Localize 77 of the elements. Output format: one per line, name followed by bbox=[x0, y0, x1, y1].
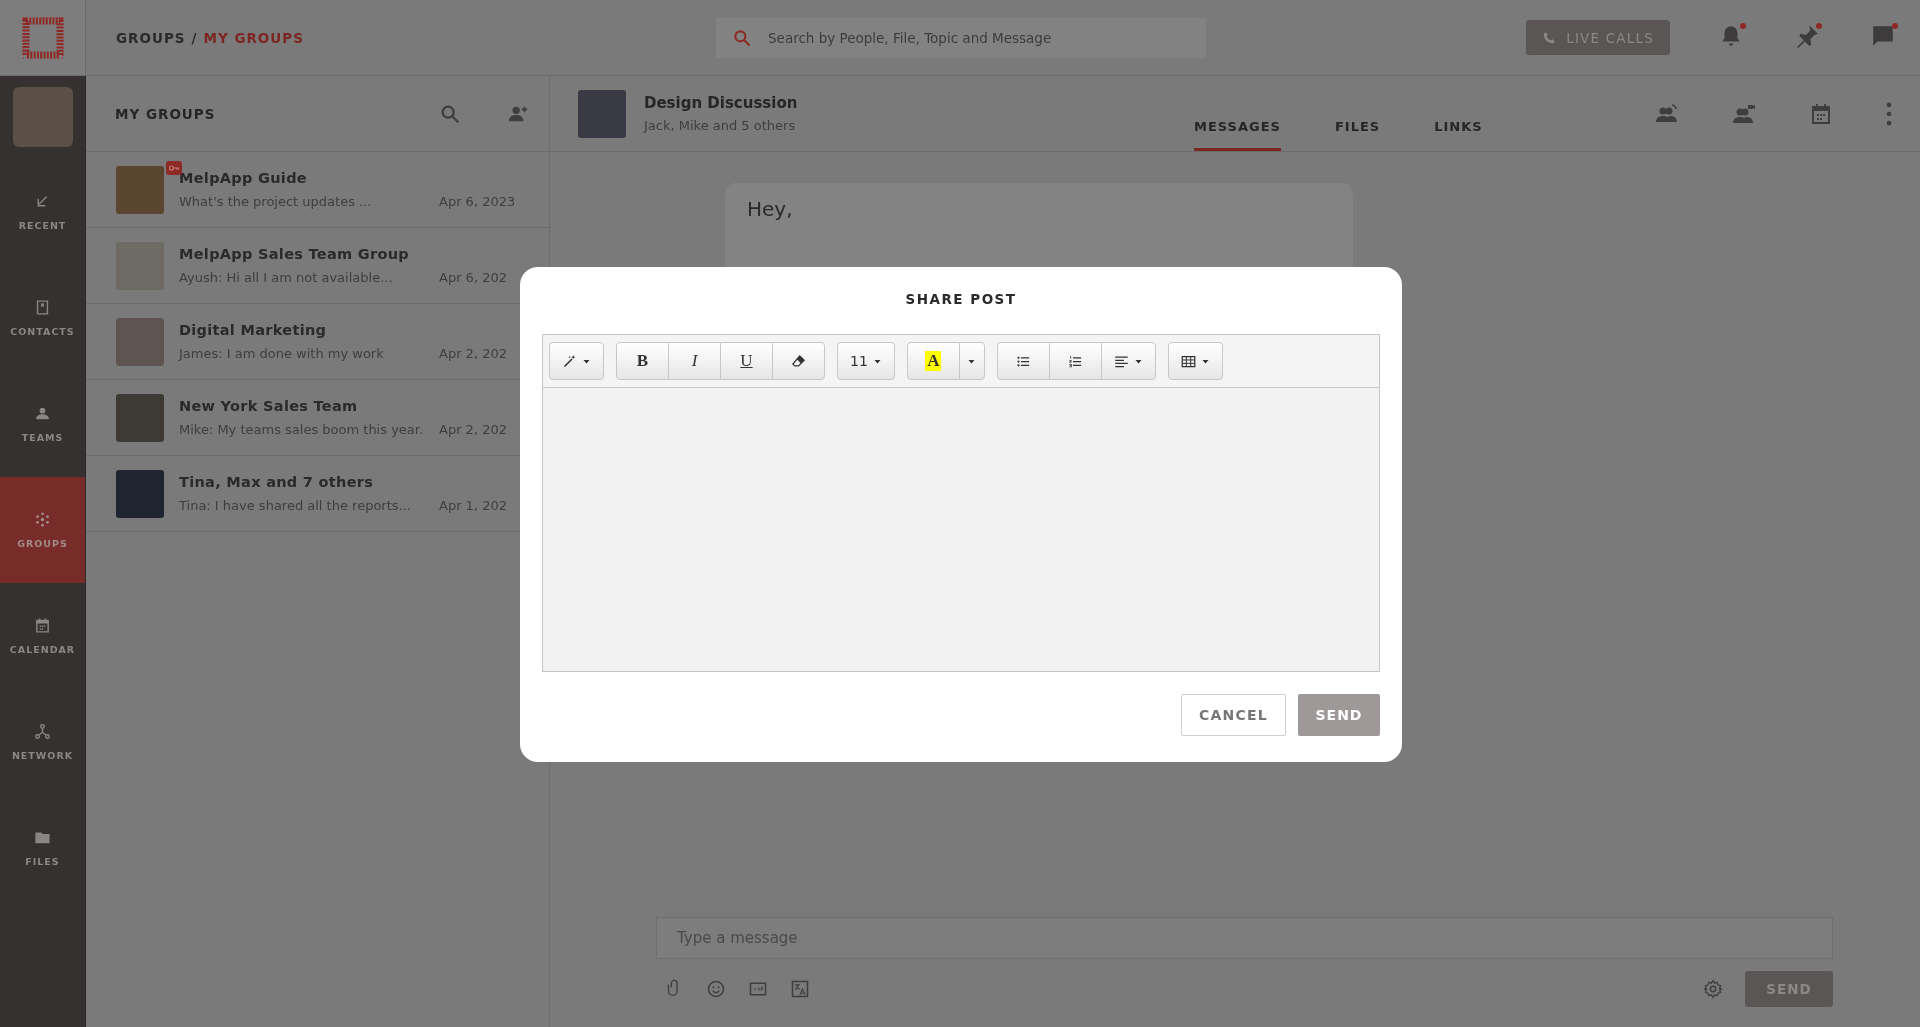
dropdown-button[interactable] bbox=[958, 342, 985, 380]
search-field[interactable]: Search by People, File, Topic and Message bbox=[716, 17, 1206, 58]
chat-title: Design Discussion bbox=[644, 94, 799, 112]
sidebar-item[interactable]: RECENT bbox=[0, 159, 85, 265]
message-preview: What's the project updates ... bbox=[179, 194, 372, 209]
highlight-button[interactable]: A bbox=[906, 342, 960, 380]
sidebar-item[interactable]: NETWORK bbox=[0, 689, 85, 795]
photo-placeholder bbox=[116, 317, 164, 366]
phone-icon bbox=[1542, 30, 1557, 45]
breadcrumb-link[interactable]: MY GROUPS bbox=[203, 29, 304, 46]
underline-button[interactable]: U bbox=[720, 342, 773, 380]
group-item[interactable]: MelpApp Guide What's the project updates ... Apr 6, 2023 bbox=[86, 152, 549, 228]
breadcrumb-link[interactable]: GROUPS bbox=[116, 29, 186, 46]
tab[interactable]: MESSAGES bbox=[1194, 102, 1281, 151]
photo-placeholder bbox=[116, 165, 164, 214]
bookmark-book-icon bbox=[34, 299, 51, 316]
sidebar-item[interactable]: CONTACTS bbox=[0, 265, 85, 371]
dialog-title: SHARE POST bbox=[904, 291, 1018, 307]
chat-subtitle: Jack, Mike and 5 others bbox=[644, 118, 797, 133]
more-icon bbox=[1886, 101, 1892, 126]
message-preview: James: I am done with my work bbox=[179, 346, 384, 361]
avatar-placeholder[interactable] bbox=[12, 87, 73, 147]
panel-title: MY GROUPS bbox=[115, 105, 217, 122]
dots-cluster-icon bbox=[34, 511, 51, 528]
group-name: New York Sales Team bbox=[179, 398, 359, 414]
date-label: Apr 2, 202 bbox=[439, 346, 508, 361]
calendar-icon bbox=[34, 617, 51, 634]
group-name: Digital Marketing bbox=[179, 322, 328, 338]
sidebar-item[interactable]: FILES bbox=[0, 795, 85, 901]
sidebar-item[interactable]: CALENDAR bbox=[0, 583, 85, 689]
date-label: Apr 1, 202 bbox=[439, 498, 508, 513]
calendar-button[interactable] bbox=[1809, 101, 1833, 126]
emoji-button[interactable] bbox=[706, 979, 726, 999]
bullets-button[interactable] bbox=[996, 342, 1050, 380]
translate-icon bbox=[790, 979, 810, 999]
search-icon bbox=[732, 27, 752, 48]
person-icon bbox=[34, 405, 51, 422]
send-button[interactable]: SEND bbox=[1298, 694, 1380, 736]
translate-button[interactable] bbox=[790, 979, 810, 999]
tab[interactable]: FILES bbox=[1334, 102, 1381, 151]
group-name: MelpApp Guide bbox=[179, 170, 308, 186]
bold-button[interactable]: B bbox=[616, 342, 669, 380]
message-text: Hey, bbox=[747, 197, 794, 221]
eraser-icon bbox=[791, 353, 806, 369]
more-button[interactable] bbox=[1886, 101, 1892, 126]
photo-placeholder bbox=[578, 89, 626, 138]
magic-wand-icon bbox=[562, 353, 577, 369]
settings-icon bbox=[1703, 979, 1723, 999]
photo-placeholder bbox=[116, 393, 164, 442]
eraser-button[interactable] bbox=[772, 342, 825, 380]
size-button[interactable]: 11 bbox=[837, 342, 895, 380]
date-label: Apr 6, 2023 bbox=[439, 194, 517, 209]
cancel-button[interactable]: CANCEL bbox=[1181, 694, 1286, 736]
numbers-button[interactable] bbox=[1048, 342, 1102, 380]
magic-button[interactable] bbox=[549, 342, 604, 380]
italic-button[interactable]: I bbox=[668, 342, 721, 380]
date-label: Apr 6, 202 bbox=[439, 270, 508, 285]
breadcrumb-separator: / bbox=[191, 29, 198, 46]
emoji-icon bbox=[706, 979, 726, 999]
gif-icon bbox=[748, 979, 768, 999]
network-icon bbox=[34, 723, 51, 740]
group-name: MelpApp Sales Team Group bbox=[179, 246, 410, 262]
gif-button[interactable] bbox=[748, 979, 768, 999]
message-preview: Tina: I have shared all the reports... bbox=[179, 498, 411, 513]
date-label: Apr 2, 202 bbox=[439, 422, 508, 437]
settings-button[interactable] bbox=[1703, 979, 1723, 999]
sidebar-item[interactable]: TEAMS bbox=[0, 371, 85, 477]
group-name: Tina, Max and 7 others bbox=[179, 474, 375, 490]
photo-placeholder bbox=[116, 469, 164, 518]
table-button[interactable] bbox=[1167, 342, 1223, 380]
align-button[interactable] bbox=[1100, 342, 1156, 380]
sidebar-item[interactable]: GROUPS bbox=[0, 477, 85, 583]
numbered-list-icon bbox=[1067, 353, 1083, 369]
calendar-icon bbox=[1809, 101, 1833, 126]
message-preview: Mike: My teams sales boom this year. bbox=[179, 422, 424, 437]
tab[interactable]: LINKS bbox=[1434, 102, 1483, 151]
table-icon bbox=[1180, 353, 1196, 369]
